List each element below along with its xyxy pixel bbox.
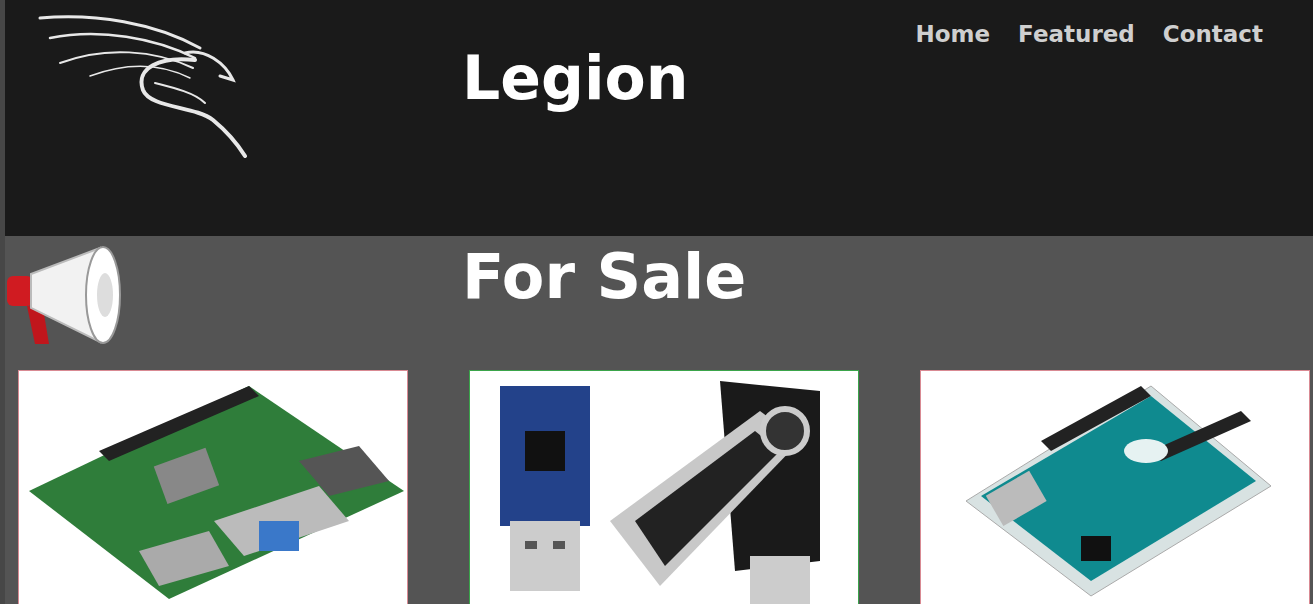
usb-devices-image	[470, 371, 858, 604]
site-header: Legion Home Featured Contact	[5, 0, 1313, 236]
nav-link[interactable]: Home	[915, 18, 990, 50]
page: Legion Home Featured Contact For Sale	[0, 0, 1313, 604]
sale-title: For Sale	[462, 240, 1313, 370]
site-title: Legion	[462, 42, 895, 236]
main-nav: Home Featured Contact	[895, 0, 1313, 236]
logo[interactable]	[5, 0, 462, 236]
nav-link[interactable]: Featured	[1018, 18, 1135, 50]
raspberry-pi-image	[19, 371, 407, 604]
sale-heading-row: For Sale	[5, 236, 1313, 370]
megaphone-icon	[5, 244, 125, 349]
product-grid	[5, 370, 1313, 604]
sale-section: For Sale	[5, 236, 1313, 604]
product-card[interactable]	[18, 370, 408, 604]
product-card[interactable]	[920, 370, 1310, 604]
product-card[interactable]	[469, 370, 859, 604]
nav-link[interactable]: Contact	[1163, 18, 1263, 50]
dragon-icon	[35, 8, 250, 158]
arduino-image	[921, 371, 1309, 604]
